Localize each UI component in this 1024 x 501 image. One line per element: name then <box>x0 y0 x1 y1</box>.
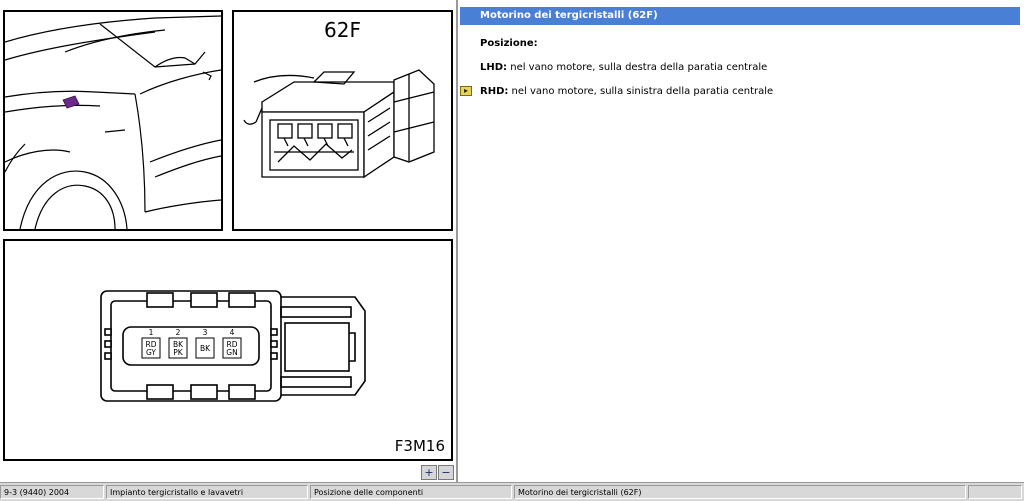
zoom-out-icon: − <box>441 466 451 479</box>
connector-drawing <box>243 69 435 179</box>
rhd-label: RHD: <box>480 86 509 97</box>
figure-code: F3M16 <box>394 437 445 455</box>
vehicle-sketch <box>5 15 221 229</box>
zoom-in-icon: + <box>424 466 434 479</box>
pin-1-color-bottom: GY <box>146 348 156 357</box>
connector-view: 62F <box>232 10 453 231</box>
diagram-pane: 62F 1 RD GY 2 BK PK 3 BK 4 RD GN F3M16 +… <box>0 0 458 482</box>
zoom-out-button[interactable]: − <box>438 465 454 480</box>
pinout-drawing: 1 RD GY 2 BK PK 3 BK 4 RD GN <box>100 290 366 402</box>
status-system: Impianto tergicristallo e lavavetri <box>106 485 308 499</box>
pinout-view: 1 RD GY 2 BK PK 3 BK 4 RD GN F3M16 <box>3 239 453 461</box>
lhd-text: nel vano motore, sulla destra della para… <box>507 62 768 73</box>
pin-3-number: 3 <box>203 328 208 337</box>
position-heading: Posizione: <box>480 38 538 49</box>
component-title: Motorino dei tergicristalli (62F) <box>460 7 1020 25</box>
rhd-text: nel vano motore, sulla sinistra della pa… <box>508 86 774 97</box>
status-section: Posizione delle componenti <box>310 485 512 499</box>
status-bar: 9-3 (9440) 2004 Impianto tergicristallo … <box>0 482 1024 501</box>
lhd-label: LHD: <box>480 62 508 73</box>
status-extra <box>968 485 1022 499</box>
lhd-line: LHD: nel vano motore, sulla destra della… <box>480 62 767 73</box>
pin-4-color-bottom: GN <box>226 348 237 357</box>
rhd-line: RHD: nel vano motore, sulla sinistra del… <box>480 86 773 97</box>
pin-3-color-top: BK <box>200 344 211 353</box>
status-component: Motorino dei tergicristalli (62F) <box>514 485 966 499</box>
pin-2-number: 2 <box>176 328 181 337</box>
status-model: 9-3 (9440) 2004 <box>0 485 104 499</box>
pin-1-number: 1 <box>149 328 154 337</box>
pin-4-number: 4 <box>230 328 235 337</box>
vehicle-location-view <box>3 10 223 231</box>
link-arrow-icon[interactable]: ▸ <box>460 86 472 96</box>
info-pane: Motorino dei tergicristalli (62F) Posizi… <box>458 0 1024 482</box>
zoom-in-button[interactable]: + <box>421 465 437 480</box>
pin-2-color-bottom: PK <box>173 348 184 357</box>
